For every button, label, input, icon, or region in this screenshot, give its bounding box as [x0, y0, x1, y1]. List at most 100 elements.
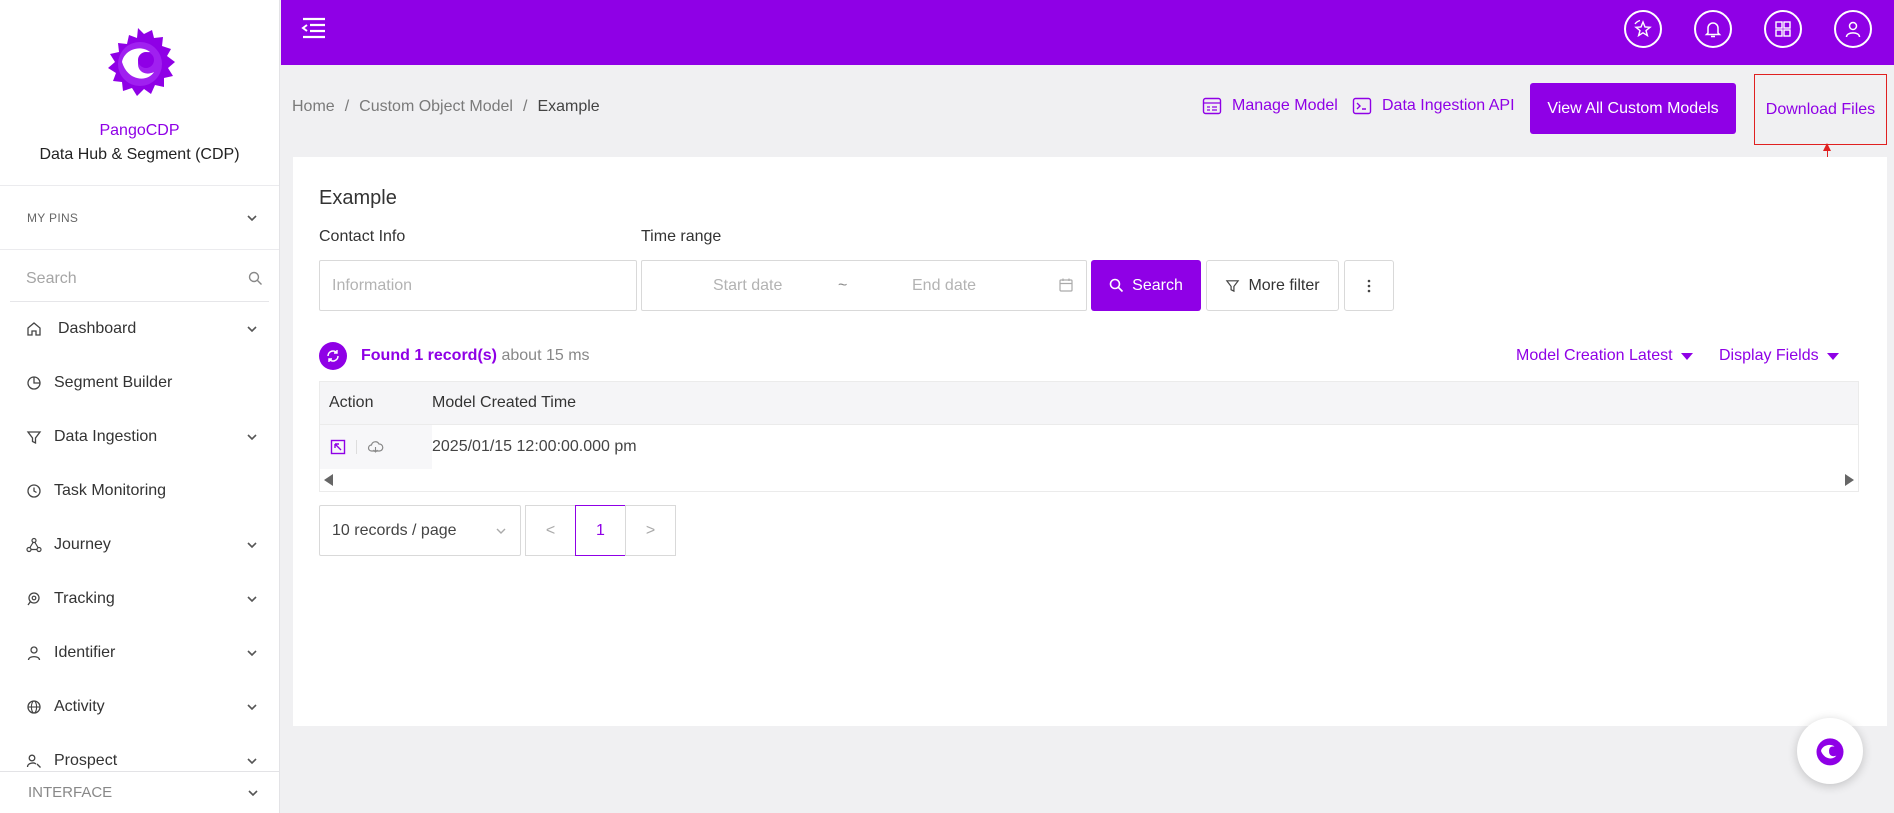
pangocdp-logo: [107, 28, 175, 96]
sidebar-item-label: Tracking: [54, 590, 115, 607]
breadcrumb-separator: /: [522, 98, 528, 115]
interface-section-toggle[interactable]: INTERFACE: [0, 771, 279, 813]
globe-icon: [27, 700, 41, 714]
more-filter-label: More filter: [1248, 276, 1320, 294]
page-size-select[interactable]: 10 records / page: [319, 505, 521, 556]
apps-grid-icon[interactable]: [1764, 10, 1802, 48]
column-header-created-time[interactable]: Model Created Time: [432, 394, 576, 412]
search-icon[interactable]: [248, 271, 263, 286]
sidebar-item-label: Dashboard: [58, 320, 137, 337]
radar-icon: [27, 592, 40, 606]
page-1-button[interactable]: 1: [575, 505, 626, 556]
view-all-custom-models-button[interactable]: View All Custom Models: [1530, 83, 1736, 134]
manage-model-label: Manage Model: [1232, 97, 1338, 114]
sidebar-item-journey[interactable]: Journey: [0, 518, 279, 572]
sidebar-search-input[interactable]: [26, 269, 226, 288]
sidebar-item-data-ingestion[interactable]: Data Ingestion: [0, 410, 279, 464]
row-actions: [320, 425, 432, 469]
start-date-field[interactable]: Start date: [713, 277, 782, 295]
search-button[interactable]: Search: [1091, 260, 1201, 311]
main-card: Example Contact Info Time range Start da…: [293, 157, 1887, 726]
chevron-down-icon: [247, 326, 257, 333]
sidebar-item-label: Identifier: [54, 644, 116, 661]
chevron-down-icon: [496, 528, 506, 534]
breadcrumb-custom-object-model[interactable]: Custom Object Model: [359, 98, 513, 116]
cloud-sync-icon[interactable]: [367, 440, 384, 454]
search-icon: [1109, 278, 1124, 293]
breadcrumb: Home / Custom Object Model / Example: [292, 98, 600, 116]
results-summary: Found 1 record(s) about 15 ms: [361, 347, 590, 365]
caret-down-icon: [1680, 352, 1693, 360]
display-fields-dropdown[interactable]: Display Fields: [1719, 347, 1839, 365]
end-date-field[interactable]: End date: [912, 277, 976, 295]
interface-label: INTERFACE: [28, 784, 113, 801]
found-records: Found 1 record(s): [361, 347, 498, 364]
sidebar-item-label: Task Monitoring: [54, 482, 167, 499]
cell-created-time: 2025/01/15 12:00:00.000 pm: [432, 438, 637, 455]
bell-icon[interactable]: [1694, 10, 1732, 48]
sidebar-item-activity[interactable]: Activity: [0, 680, 279, 734]
sidebar-item-tracking[interactable]: Tracking: [0, 572, 279, 626]
chevron-down-icon: [247, 650, 257, 657]
my-pins-toggle[interactable]: MY PINS: [0, 186, 279, 250]
flow-icon: [26, 537, 42, 553]
download-files-link[interactable]: Download Files: [1754, 74, 1887, 145]
sort-label: Model Creation Latest: [1516, 347, 1673, 364]
home-icon: [27, 322, 41, 336]
scroll-left-arrow-icon[interactable]: [324, 474, 333, 486]
query-time: about 15 ms: [501, 347, 590, 364]
refresh-button[interactable]: [319, 342, 347, 370]
sidebar-search: [10, 256, 269, 302]
chevron-down-icon: [247, 758, 257, 765]
search-button-label: Search: [1132, 276, 1183, 294]
breadcrumb-home[interactable]: Home: [292, 98, 335, 116]
sidebar-item-task-monitoring[interactable]: Task Monitoring: [0, 464, 279, 518]
time-range-picker[interactable]: Start date ~ End date: [641, 260, 1087, 311]
manage-model-icon: [1202, 97, 1222, 115]
brand-name: PangoCDP: [99, 122, 180, 139]
chevron-down-icon: [247, 214, 257, 221]
sidebar-item-label: Journey: [54, 536, 111, 553]
table-row: 2025/01/15 12:00:00.000 pm: [320, 425, 1858, 469]
brand: PangoCDP Data Hub & Segment (CDP): [0, 0, 279, 186]
display-fields-label: Display Fields: [1719, 347, 1819, 364]
sort-dropdown[interactable]: Model Creation Latest: [1516, 347, 1693, 365]
prospect-icon: [26, 754, 41, 768]
chevron-down-icon: [248, 789, 258, 796]
sidebar-item-segment-builder[interactable]: Segment Builder: [0, 356, 279, 410]
open-detail-icon[interactable]: [330, 439, 346, 455]
sidebar-item-label: Prospect: [54, 752, 118, 769]
data-ingestion-api-link[interactable]: Data Ingestion API: [1352, 97, 1515, 115]
range-separator: ~: [838, 276, 848, 294]
funnel-icon: [1226, 280, 1240, 293]
scroll-right-arrow-icon[interactable]: [1845, 474, 1854, 486]
more-filter-button[interactable]: More filter: [1206, 260, 1339, 311]
sidebar: PangoCDP Data Hub & Segment (CDP) MY PIN…: [0, 0, 280, 813]
sidebar-item-dashboard[interactable]: Dashboard: [0, 302, 279, 356]
menu-icon[interactable]: [301, 16, 327, 40]
contact-info-label: Contact Info: [319, 228, 406, 245]
breadcrumb-separator: /: [344, 98, 350, 115]
sidebar-item-label: Segment Builder: [54, 374, 173, 391]
contact-info-input[interactable]: [319, 260, 637, 311]
terminal-icon: [1352, 97, 1372, 115]
top-bar: [281, 0, 1894, 65]
horizontal-scrollbar[interactable]: [320, 469, 1858, 491]
action-divider: [356, 440, 357, 454]
more-options-button[interactable]: [1344, 260, 1394, 311]
user-profile-icon[interactable]: [1834, 10, 1872, 48]
next-page-button[interactable]: >: [625, 505, 676, 556]
download-files-label: Download Files: [1765, 100, 1876, 118]
pangocdp-logo-icon: [1816, 738, 1844, 766]
time-range-label: Time range: [641, 228, 722, 245]
brand-subtitle: Data Hub & Segment (CDP): [39, 146, 240, 163]
sidebar-item-identifier[interactable]: Identifier: [0, 626, 279, 680]
user-icon: [27, 646, 41, 661]
column-header-action: Action: [329, 394, 374, 411]
prev-page-button[interactable]: <: [525, 505, 576, 556]
assistant-floating-button[interactable]: [1797, 718, 1863, 784]
refresh-icon: [327, 350, 339, 362]
manage-model-link[interactable]: Manage Model: [1202, 97, 1338, 115]
breadcrumb-current: Example: [537, 98, 600, 115]
favorites-icon[interactable]: [1624, 10, 1662, 48]
